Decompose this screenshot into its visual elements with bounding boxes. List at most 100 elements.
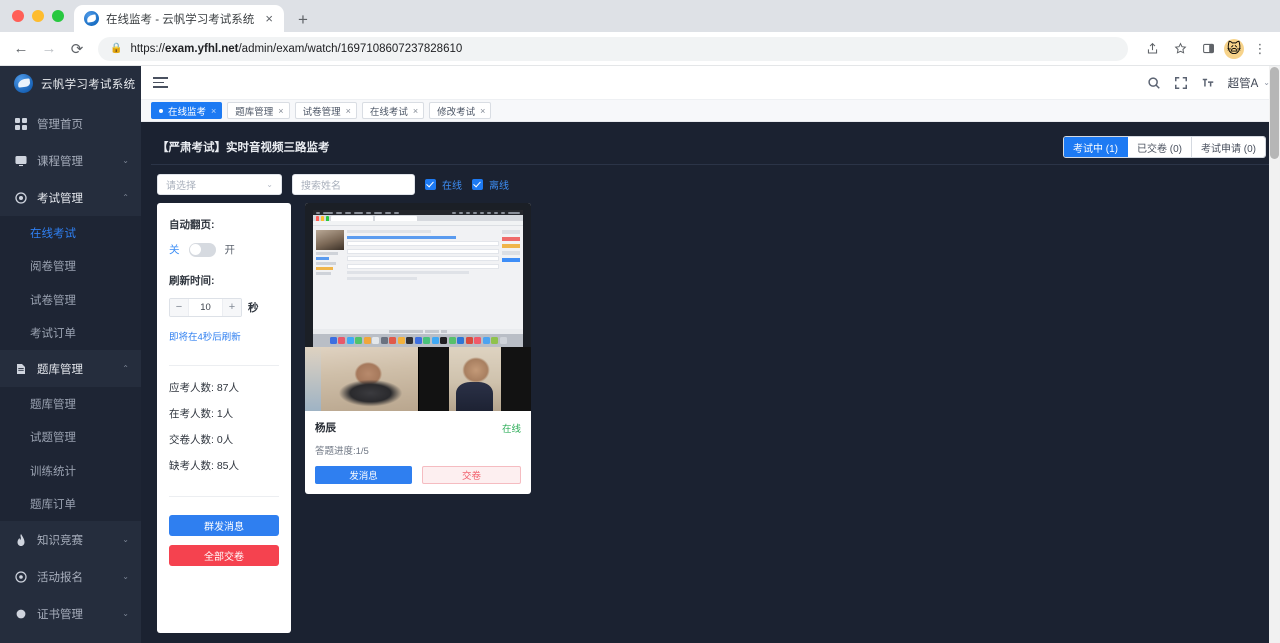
segment-in-exam[interactable]: 考试中 (1): [1064, 137, 1128, 157]
scrollbar-thumb[interactable]: [1270, 67, 1279, 159]
sidebar: 云帆学习考试系统 管理首页 课程管理 ⌄ 考试管理 ⌃ 在线考试 阅卷管理 试卷…: [0, 66, 141, 643]
close-icon[interactable]: ×: [211, 106, 216, 116]
status-badge: 在线: [501, 423, 521, 435]
decrement-button[interactable]: −: [170, 299, 188, 316]
page-tab-online-proctoring[interactable]: 在线监考 ×: [151, 102, 223, 119]
close-icon[interactable]: ×: [480, 106, 485, 116]
panel-body: 自动翻页: 关 开 刷新时间: − 10 + 秒 即将在4秒后刷新 应考人数: …: [151, 203, 1270, 643]
sidebar-logo[interactable]: 云帆学习考试系统: [0, 66, 141, 101]
divider: [169, 496, 279, 497]
group-select[interactable]: 请选择 ⌄: [157, 173, 282, 195]
sidebar-subitem-paper-mgmt[interactable]: 试卷管理: [0, 283, 141, 317]
panel-header: 【严肃考试】实时音视频三路监考 考试中 (1) 已交卷 (0) 考试申请 (0): [151, 130, 1270, 165]
back-icon[interactable]: ←: [8, 36, 34, 62]
broadcast-message-button[interactable]: 群发消息: [169, 515, 279, 536]
student-name: 杨辰: [315, 422, 336, 434]
close-window-button[interactable]: [12, 10, 24, 22]
send-message-button[interactable]: 发消息: [315, 466, 412, 484]
autoflip-toggle[interactable]: [188, 242, 216, 257]
target-icon: [14, 570, 27, 583]
browser-tab[interactable]: 在线监考 - 云帆学习考试系统 ×: [74, 5, 284, 32]
sidebar-subitem-exam-orders[interactable]: 考试订单: [0, 317, 141, 351]
sidebar-subitem-online-exam[interactable]: 在线考试: [0, 216, 141, 250]
close-icon[interactable]: ×: [346, 106, 351, 116]
brand-logo-icon: [14, 74, 33, 93]
hamburger-icon[interactable]: [153, 77, 168, 88]
reload-icon[interactable]: ⟳: [64, 36, 90, 62]
chevron-up-icon: ⌃: [122, 192, 129, 202]
sidebar-item-points-mall[interactable]: 积分商城 ⌄: [0, 632, 141, 643]
kebab-menu-icon[interactable]: ⋮: [1248, 37, 1272, 61]
stat-in-exam: 在考人数: 1人: [169, 408, 234, 420]
new-tab-button[interactable]: +: [284, 11, 318, 32]
close-icon[interactable]: ×: [413, 106, 418, 116]
font-size-icon[interactable]: [1201, 76, 1215, 90]
status-segmented-control: 考试中 (1) 已交卷 (0) 考试申请 (0): [1063, 136, 1266, 158]
page-tab-edit-exam[interactable]: 修改考试 ×: [429, 102, 492, 119]
minimize-window-button[interactable]: [32, 10, 44, 22]
toggle-on-label[interactable]: 开: [225, 242, 236, 257]
close-icon[interactable]: ×: [262, 12, 276, 25]
checkbox-online[interactable]: 在线: [425, 177, 462, 192]
sidebar-subitem-question-mgmt[interactable]: 试题管理: [0, 421, 141, 455]
sidebar-item-dashboard[interactable]: 管理首页: [0, 105, 141, 142]
search-icon[interactable]: [1147, 76, 1161, 90]
main-area: 超管A ⌄ 在线监考 × 题库管理 × 试卷管理 × 在线考试 × 修改考试 ×…: [141, 66, 1280, 643]
page-tab-paper-mgmt[interactable]: 试卷管理 ×: [294, 102, 357, 119]
bookmark-star-icon[interactable]: [1168, 37, 1192, 61]
sidebar-item-exam[interactable]: 考试管理 ⌃: [0, 179, 141, 216]
search-placeholder: 搜索姓名: [301, 180, 341, 192]
sidebar-subitem-bank-orders[interactable]: 题库订单: [0, 488, 141, 522]
remote-student-photo-col: [316, 230, 344, 325]
page-tab-question-bank[interactable]: 题库管理 ×: [227, 102, 290, 119]
sidebar-subitem-grading[interactable]: 阅卷管理: [0, 250, 141, 284]
close-icon[interactable]: ×: [278, 106, 283, 116]
course-icon: [14, 154, 27, 167]
chevron-down-icon: ⌄: [122, 155, 129, 165]
sidebar-item-course[interactable]: 课程管理 ⌄: [0, 142, 141, 179]
address-bar[interactable]: 🔒 https://exam.yfhl.net/admin/exam/watch…: [98, 36, 1128, 61]
sidebar-subitem-bank-mgmt[interactable]: 题库管理: [0, 387, 141, 421]
certificate-icon: [14, 607, 27, 620]
increment-button[interactable]: +: [223, 299, 241, 316]
chevron-down-icon: ⌄: [266, 179, 273, 189]
sidebar-item-certificate[interactable]: 证书管理 ⌄: [0, 595, 141, 632]
submit-all-button[interactable]: 全部交卷: [169, 545, 279, 566]
application-root: 云帆学习考试系统 管理首页 课程管理 ⌄ 考试管理 ⌃ 在线考试 阅卷管理 试卷…: [0, 66, 1280, 643]
stat-expected: 应考人数: 87人: [169, 382, 240, 394]
question-bank-icon: [14, 362, 27, 375]
page-tab-label: 题库管理: [235, 106, 274, 118]
page-tab-online-exam[interactable]: 在线考试 ×: [361, 102, 425, 119]
fullscreen-icon[interactable]: [1174, 76, 1188, 90]
sidebar-item-question-bank[interactable]: 题库管理 ⌃: [0, 350, 141, 387]
profile-avatar[interactable]: 🙀: [1224, 38, 1244, 59]
forward-icon[interactable]: →: [36, 36, 62, 62]
sidebar-item-knowledge-contest[interactable]: 知识竞赛 ⌄: [0, 521, 141, 558]
sidebar-item-label: 考试管理: [37, 192, 83, 205]
force-submit-button[interactable]: 交卷: [422, 466, 521, 484]
maximize-window-button[interactable]: [52, 10, 64, 22]
page-title: 【严肃考试】实时音视频三路监考: [157, 142, 330, 154]
side-camera-feed[interactable]: [418, 347, 531, 411]
share-icon[interactable]: [1140, 37, 1164, 61]
sidebar-submenu-exam: 在线考试 阅卷管理 试卷管理 考试订单: [0, 216, 141, 350]
page-scrollbar[interactable]: [1269, 66, 1280, 643]
refresh-time-value[interactable]: 10: [188, 299, 223, 316]
segment-submitted[interactable]: 已交卷 (0): [1128, 137, 1192, 157]
side-panel-icon[interactable]: [1196, 37, 1220, 61]
segment-exam-requests[interactable]: 考试申请 (0): [1192, 137, 1265, 157]
front-camera-feed[interactable]: [305, 347, 418, 411]
sidebar-subitem-training-stats[interactable]: 训练统计: [0, 454, 141, 488]
remote-dock: [313, 334, 523, 347]
toggle-off-label[interactable]: 关: [169, 242, 180, 257]
brand-name: 云帆学习考试系统: [41, 78, 136, 91]
screen-share-feed[interactable]: [305, 203, 531, 347]
student-card-actions: 发消息 交卷: [315, 466, 521, 484]
app-header: 超管A ⌄: [141, 66, 1280, 100]
search-input[interactable]: 搜索姓名: [292, 173, 415, 195]
chevron-down-icon: ⌄: [122, 534, 129, 544]
sidebar-item-activity-signup[interactable]: 活动报名 ⌄: [0, 558, 141, 595]
user-menu[interactable]: 超管A ⌄: [1228, 75, 1270, 91]
checkbox-offline[interactable]: 离线: [472, 177, 509, 192]
group-select-placeholder: 请选择: [166, 180, 196, 192]
